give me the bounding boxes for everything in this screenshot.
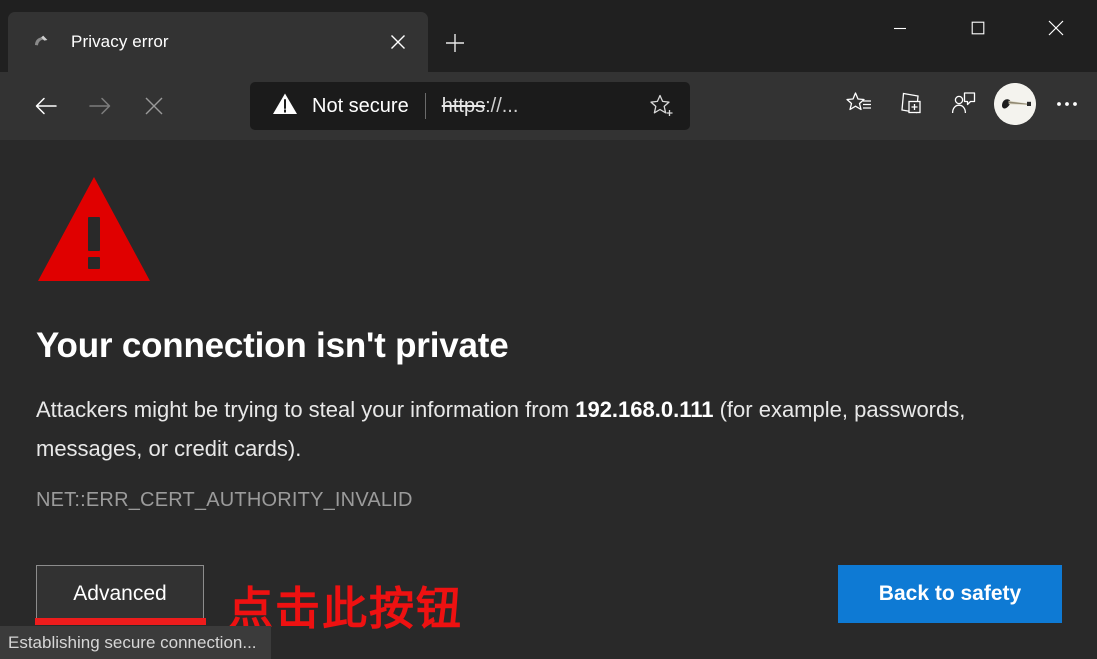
tab-privacy-error[interactable]: Privacy error	[8, 12, 428, 72]
back-to-safety-button[interactable]: Back to safety	[838, 565, 1062, 623]
new-tab-button[interactable]	[436, 26, 474, 60]
collections-icon[interactable]	[889, 82, 933, 126]
maximize-icon[interactable]	[939, 0, 1017, 56]
window-controls	[861, 0, 1097, 72]
error-page: Your connection isn't private Attackers …	[0, 140, 1097, 659]
annotation-underline	[35, 618, 206, 625]
toolbar-right-icons	[837, 82, 1089, 126]
minimize-icon[interactable]	[861, 0, 939, 56]
browser-window: Privacy error Not secure https://... You…	[0, 0, 1097, 659]
avatar[interactable]	[993, 82, 1037, 126]
red-warning-triangle	[36, 175, 152, 288]
page-body: Attackers might be trying to steal your …	[36, 390, 996, 468]
navigation-buttons	[24, 84, 176, 128]
title-bar: Privacy error	[0, 0, 1097, 72]
omnibox-divider	[424, 93, 426, 119]
warning-triangle-icon	[272, 92, 298, 121]
page-title: Your connection isn't private	[36, 326, 509, 365]
security-status-label: Not secure	[312, 94, 409, 117]
star-plus-icon[interactable]	[642, 86, 682, 126]
stop-x-icon[interactable]	[132, 84, 176, 128]
tab-title: Privacy error	[71, 32, 169, 51]
tab-close-icon[interactable]	[382, 26, 414, 58]
url-scheme: https	[441, 94, 486, 117]
settings-more-icon[interactable]	[1045, 82, 1089, 126]
url-rest: ://...	[485, 94, 519, 117]
url-text[interactable]: https://...	[442, 95, 642, 118]
security-status[interactable]: Not secure	[272, 88, 409, 124]
broken-page-icon	[30, 31, 52, 53]
forward-arrow-icon[interactable]	[78, 84, 122, 128]
host-name: 192.168.0.111	[575, 397, 714, 422]
advanced-button[interactable]: Advanced	[36, 565, 204, 623]
favorites-icon[interactable]	[837, 82, 881, 126]
status-bar-text: Establishing secure connection...	[8, 632, 257, 652]
avatar-image	[994, 83, 1036, 125]
status-bar: Establishing secure connection...	[0, 626, 271, 659]
back-arrow-icon[interactable]	[24, 84, 68, 128]
close-icon[interactable]	[1017, 0, 1095, 56]
profile-share-icon[interactable]	[941, 82, 985, 126]
error-code: NET::ERR_CERT_AUTHORITY_INVALID	[36, 489, 413, 511]
address-bar[interactable]: Not secure https://...	[250, 82, 690, 130]
body-text-before: Attackers might be trying to steal your …	[36, 397, 576, 422]
